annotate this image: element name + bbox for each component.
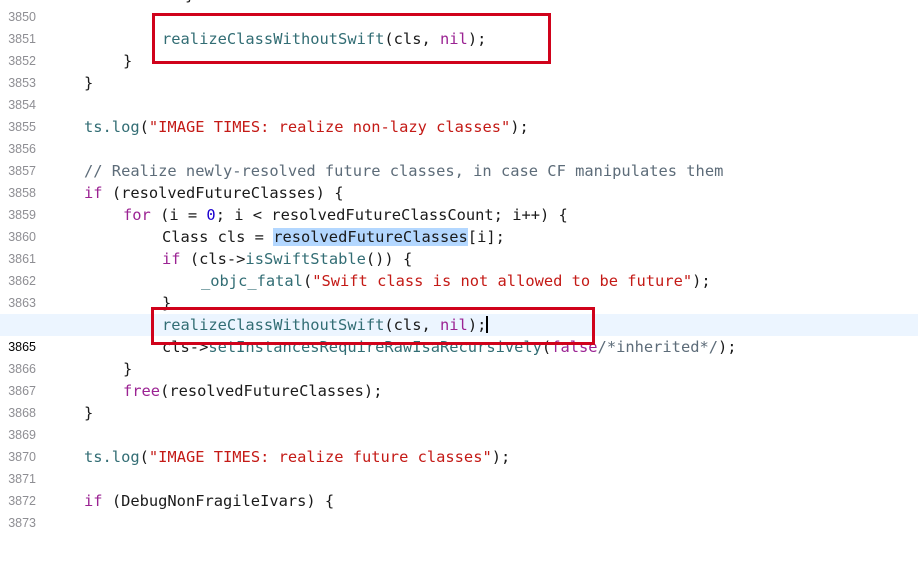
code-token: ( bbox=[302, 272, 313, 290]
code-line[interactable]: 3862 if (cls->isSwiftStable()) { bbox=[0, 248, 918, 288]
code-token: Class cls = bbox=[162, 228, 274, 246]
code-text: } bbox=[123, 360, 133, 378]
function-call: realizeClassWithoutSwift bbox=[162, 30, 385, 48]
number-literal: 0 bbox=[206, 206, 216, 224]
string-literal: "Swift class is not allowed to be future… bbox=[312, 272, 693, 290]
code-token: (cls, bbox=[384, 30, 440, 48]
comment: // Realize newly-resolved future classes… bbox=[84, 162, 724, 180]
code-line[interactable]: 3851 bbox=[0, 6, 918, 46]
keyword: if bbox=[162, 250, 181, 268]
code-text: cls->setInstancesRequireRawIsaRecursivel… bbox=[162, 336, 737, 358]
code-text: free(resolvedFutureClasses); bbox=[123, 380, 382, 402]
code-text: if (resolvedFutureClasses) { bbox=[84, 182, 343, 204]
code-text: _objc_fatal("Swift class is not allowed … bbox=[201, 270, 711, 292]
code-token: ( bbox=[139, 118, 149, 136]
code-line[interactable]: 3860 for (i = 0; i < resolvedFutureClass… bbox=[0, 204, 918, 244]
code-line[interactable]: 3867 } bbox=[0, 358, 918, 398]
function-call: isSwiftStable bbox=[245, 250, 366, 268]
code-token: ); bbox=[510, 118, 529, 136]
code-token: ); bbox=[718, 338, 737, 356]
code-token: ()) { bbox=[365, 250, 413, 268]
code-line[interactable]: 3868 free(resolvedFutureClasses); bbox=[0, 380, 918, 420]
code-token: (resolvedFutureClasses); bbox=[160, 382, 383, 400]
string-literal: "IMAGE TIMES: realize non-lazy classes" bbox=[148, 118, 511, 136]
code-token: ( bbox=[139, 448, 149, 466]
code-text: } bbox=[162, 294, 172, 312]
code-line[interactable]: 3855 bbox=[0, 94, 918, 134]
code-token: (resolvedFutureClasses) { bbox=[102, 184, 344, 202]
code-line[interactable]: 3870 bbox=[0, 424, 918, 464]
code-line[interactable]: 3856 ts.log("IMAGE TIMES: realize non-la… bbox=[0, 116, 918, 156]
code-token: cls-> bbox=[162, 338, 209, 356]
code-token: (DebugNonFragileIvars) { bbox=[102, 492, 335, 510]
function-call: ts.log bbox=[84, 118, 140, 136]
code-line[interactable]: 3853 } bbox=[0, 50, 918, 90]
code-text: } bbox=[123, 52, 133, 70]
current-code-line[interactable]: 3865 realizeClassWithoutSwift(cls, nil); bbox=[0, 314, 918, 354]
code-line[interactable]: 3852 realizeClassWithoutSwift(cls, nil); bbox=[0, 28, 918, 68]
code-token: ); bbox=[467, 30, 487, 48]
keyword: nil bbox=[440, 30, 468, 48]
code-token: [i]; bbox=[467, 228, 505, 246]
code-text: ts.log("IMAGE TIMES: realize non-lazy cl… bbox=[84, 116, 529, 138]
function-call: free bbox=[123, 382, 161, 400]
code-token: ); bbox=[692, 272, 711, 290]
line-number: 3873 bbox=[8, 516, 36, 530]
comment: /*inherited*/ bbox=[597, 338, 719, 356]
code-token: ); bbox=[467, 316, 487, 334]
keyword: for bbox=[123, 206, 151, 224]
function-call: _objc_fatal bbox=[201, 272, 303, 290]
code-line[interactable]: 3873 if (DebugNonFragileIvars) { bbox=[0, 490, 918, 530]
code-text: realizeClassWithoutSwift(cls, nil); bbox=[162, 314, 488, 336]
code-line[interactable]: 3859 if (resolvedFutureClasses) { bbox=[0, 182, 918, 222]
code-text: if (DebugNonFragileIvars) { bbox=[84, 490, 334, 512]
code-token: (cls-> bbox=[180, 250, 246, 268]
code-line[interactable]: 3869 } bbox=[0, 402, 918, 442]
code-editor[interactable]: 3850 } 3851 3852 realizeClassWithoutSwif… bbox=[0, 0, 918, 530]
code-line[interactable]: 3866 cls->setInstancesRequireRawIsaRecur… bbox=[0, 336, 918, 376]
keyword: nil bbox=[440, 316, 468, 334]
code-line[interactable]: 3857 bbox=[0, 138, 918, 178]
text-caret bbox=[486, 316, 488, 333]
code-text: } bbox=[84, 404, 94, 422]
function-call: setInstancesRequireRawIsaRecursively bbox=[208, 338, 542, 356]
function-call: ts.log bbox=[84, 448, 140, 466]
keyword: if bbox=[84, 492, 103, 510]
code-line[interactable]: 3863 _objc_fatal("Swift class is not all… bbox=[0, 270, 918, 310]
selected-text[interactable]: resolvedFutureClasses bbox=[273, 228, 468, 246]
code-token: (cls, bbox=[384, 316, 440, 334]
string-literal: "IMAGE TIMES: realize future classes" bbox=[148, 448, 492, 466]
code-token: ; i < resolvedFutureClassCount; i++) { bbox=[215, 206, 568, 224]
code-text: ts.log("IMAGE TIMES: realize future clas… bbox=[84, 446, 510, 468]
code-token: (i = bbox=[150, 206, 207, 224]
code-line[interactable]: 3864 } bbox=[0, 292, 918, 332]
code-line[interactable]: 3854 } bbox=[0, 72, 918, 112]
code-token: ); bbox=[491, 448, 511, 466]
code-line[interactable]: 3861 Class cls = resolvedFutureClasses[i… bbox=[0, 226, 918, 266]
code-line[interactable]: 3858 // Realize newly-resolved future cl… bbox=[0, 160, 918, 200]
code-line[interactable]: 3871 ts.log("IMAGE TIMES: realize future… bbox=[0, 446, 918, 486]
code-text: if (cls->isSwiftStable()) { bbox=[162, 248, 412, 270]
keyword: if bbox=[84, 184, 103, 202]
code-text: realizeClassWithoutSwift(cls, nil); bbox=[162, 28, 486, 50]
code-token: ( bbox=[541, 338, 552, 356]
code-text: Class cls = resolvedFutureClasses[i]; bbox=[162, 226, 505, 248]
code-text: for (i = 0; i < resolvedFutureClassCount… bbox=[123, 204, 568, 226]
code-line[interactable]: 3872 bbox=[0, 468, 918, 508]
code-text: } bbox=[84, 74, 94, 92]
function-call: realizeClassWithoutSwift bbox=[162, 316, 385, 334]
keyword: false bbox=[551, 338, 598, 356]
